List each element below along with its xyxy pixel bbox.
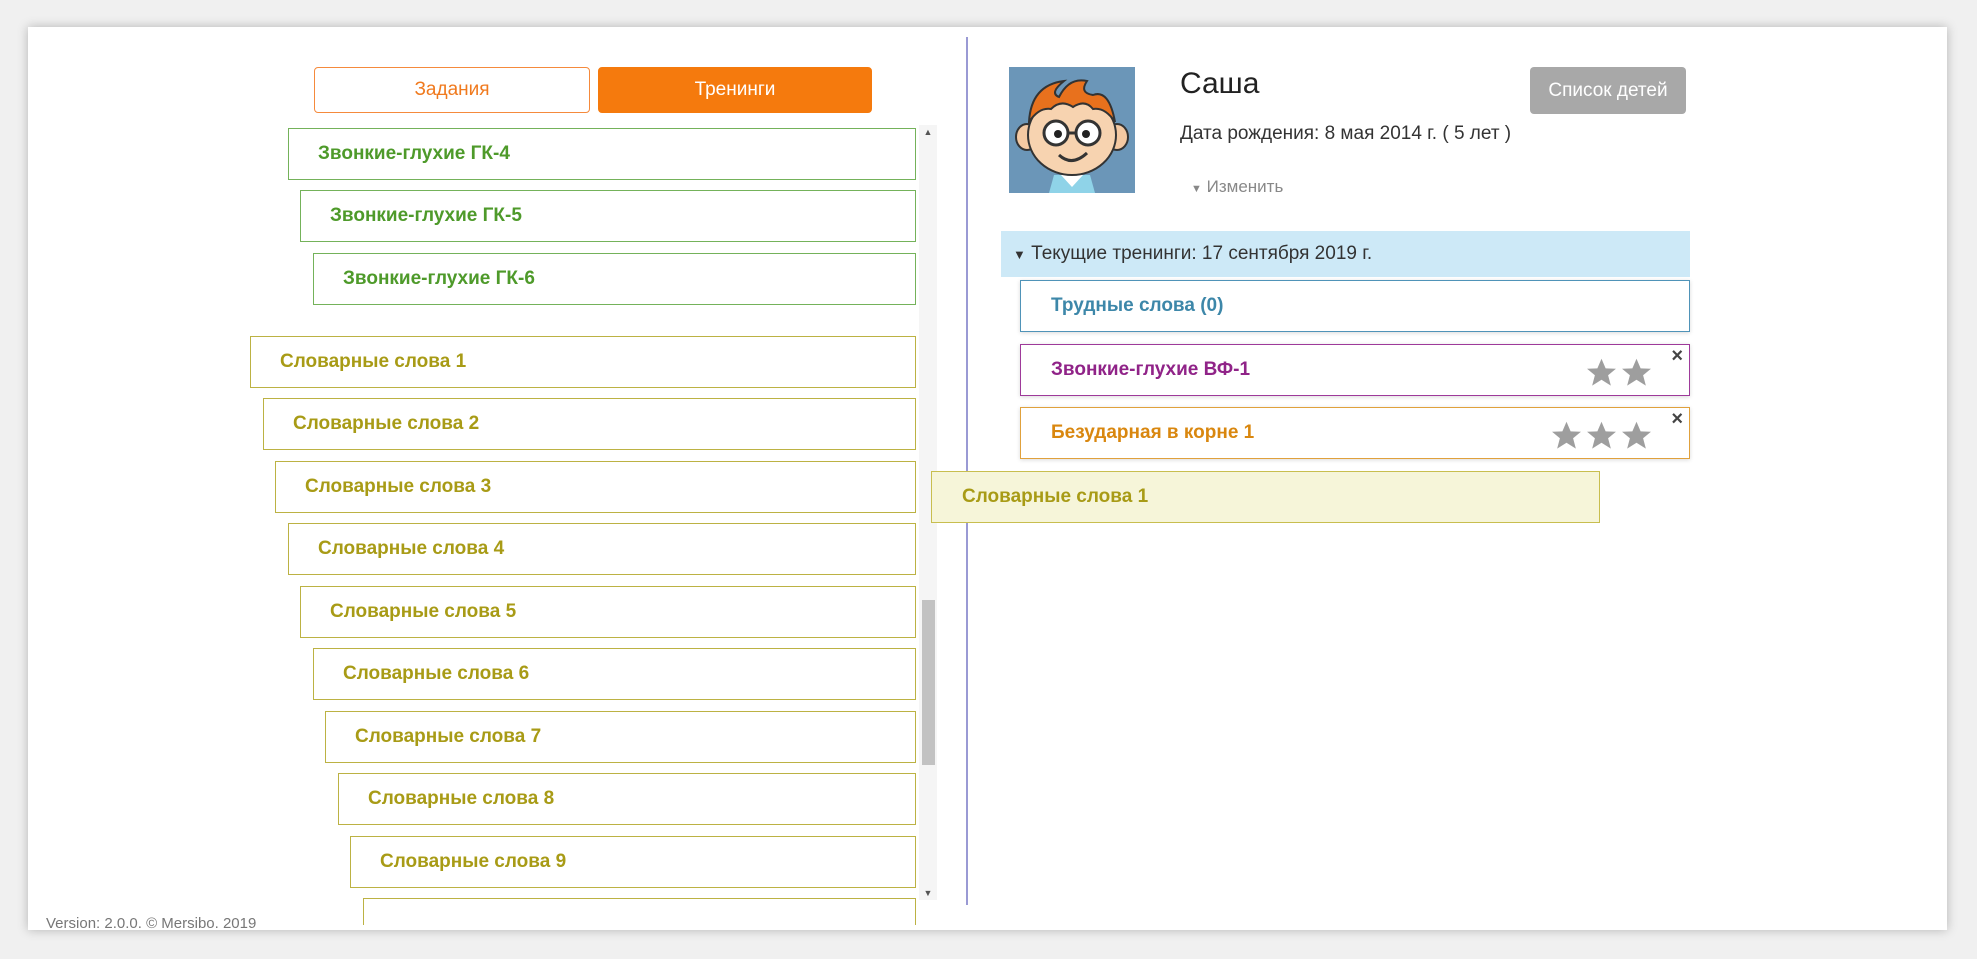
list-item[interactable]: Словарные слова 7: [325, 711, 916, 763]
child-avatar-icon: [1009, 67, 1135, 193]
list-item[interactable]: Словарные слова 8: [338, 773, 916, 825]
list-item-label: Звонкие-глухие ГК-4: [318, 143, 510, 164]
list-item[interactable]: Звонкие-глухие ГК-5: [300, 190, 916, 242]
close-icon[interactable]: ×: [1671, 409, 1683, 429]
dragged-training-item[interactable]: Словарные слова 1: [931, 471, 1600, 523]
tab-tasks[interactable]: Задания: [314, 67, 590, 113]
close-icon[interactable]: ×: [1671, 346, 1683, 366]
star-icon: [1622, 421, 1651, 449]
current-trainings-label: Текущие тренинги: 17 сентября 2019 г.: [1031, 243, 1373, 264]
hard-words-label: Трудные слова (0): [1051, 295, 1224, 316]
avatar: [1009, 67, 1135, 193]
list-item-label: Словарные слова 8: [368, 788, 555, 809]
list-item-label: Звонкие-глухие ГК-6: [343, 268, 535, 289]
list-item-label: Словарные слова 2: [293, 413, 480, 434]
list-item-label: Словарные слова 9: [380, 851, 567, 872]
list-item-label: Звонкие-глухие ГК-5: [330, 205, 522, 226]
star-icon: [1587, 358, 1616, 386]
edit-link-label: Изменить: [1206, 177, 1284, 196]
list-item-label: Словарные слова 6: [343, 663, 530, 684]
list-item[interactable]: Словарные слова 3: [275, 461, 916, 513]
star-rating: [1585, 356, 1653, 389]
scroll-thumb[interactable]: [922, 600, 935, 765]
star-icon: [1622, 358, 1651, 386]
training-label: Звонкие-глухие ВФ-1: [1051, 359, 1251, 380]
version-footer: Version: 2.0.0. © Mersibo. 2019: [46, 915, 257, 930]
list-item[interactable]: [363, 898, 916, 925]
current-training-item[interactable]: Звонкие-глухие ВФ-1 ×: [1020, 344, 1690, 396]
dragged-item-label: Словарные слова 1: [962, 486, 1149, 507]
list-item[interactable]: Словарные слова 5: [300, 586, 916, 638]
list-item[interactable]: Звонкие-глухие ГК-6: [313, 253, 916, 305]
edit-link[interactable]: ▼ Изменить: [1191, 177, 1283, 197]
tab-trainings[interactable]: Тренинги: [598, 67, 872, 113]
star-icon: [1552, 421, 1581, 449]
list-item[interactable]: Словарные слова 4: [288, 523, 916, 575]
app-window: Задания Тренинги Звонкие-глухие ГК-4 Зво…: [28, 27, 1947, 930]
list-item[interactable]: Словарные слова 9: [350, 836, 916, 888]
list-item-label: Словарные слова 1: [280, 351, 467, 372]
training-list: Звонкие-глухие ГК-4 Звонкие-глухие ГК-5 …: [28, 127, 946, 925]
child-name: Саша: [1180, 67, 1260, 100]
birth-date: Дата рождения: 8 мая 2014 г. ( 5 лет ): [1180, 123, 1512, 144]
children-list-button[interactable]: Список детей: [1530, 67, 1686, 114]
current-trainings-header[interactable]: ▼ Текущие тренинги: 17 сентября 2019 г.: [1001, 231, 1690, 277]
current-training-item[interactable]: Безударная в корне 1 ×: [1020, 407, 1690, 459]
hard-words-card[interactable]: Трудные слова (0): [1020, 280, 1690, 332]
star-icon: [1587, 421, 1616, 449]
list-item-label: Словарные слова 5: [330, 601, 517, 622]
list-item[interactable]: Словарные слова 2: [263, 398, 916, 450]
list-item[interactable]: Словарные слова 6: [313, 648, 916, 700]
scroll-up-icon[interactable]: ▲: [919, 125, 937, 139]
scroll-down-icon[interactable]: ▼: [919, 886, 937, 900]
list-item[interactable]: Словарные слова 1: [250, 336, 916, 388]
star-rating: [1550, 419, 1653, 452]
list-item-label: Словарные слова 3: [305, 476, 492, 497]
triangle-down-icon: ▼: [1191, 183, 1202, 195]
list-item-label: Словарные слова 7: [355, 726, 542, 747]
list-item[interactable]: Звонкие-глухие ГК-4: [288, 128, 916, 180]
list-item-label: Словарные слова 4: [318, 538, 505, 559]
triangle-down-icon: ▼: [1013, 247, 1026, 262]
training-label: Безударная в корне 1: [1051, 422, 1255, 443]
